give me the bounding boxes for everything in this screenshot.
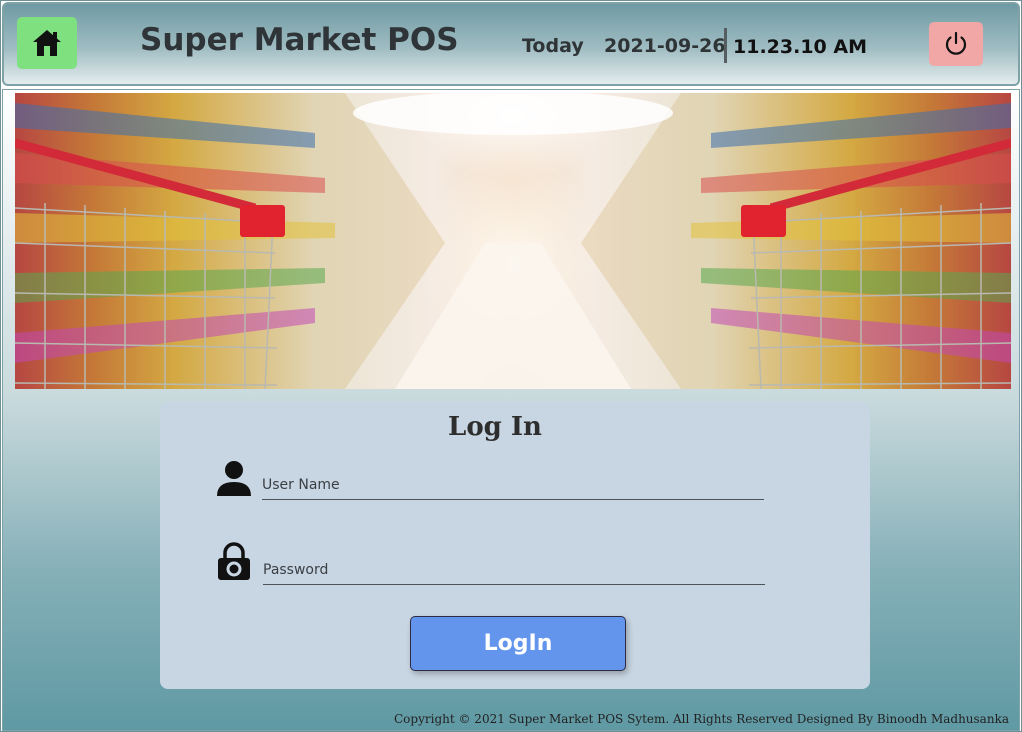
lock-icon [218,542,250,580]
banner-illustration [15,93,1011,389]
app-window: Super Market POS Today 2021-09-26 11.23.… [0,0,1022,732]
current-date: 2021-09-26 [604,35,726,57]
password-field[interactable] [263,555,765,585]
user-icon [217,461,251,496]
username-field[interactable] [262,470,764,500]
supermarket-banner-image [15,93,1011,389]
main-area: Log In LogIn Copyright © 2021 Super Mark… [2,89,1020,731]
home-button[interactable] [17,17,77,69]
app-title: Super Market POS [140,22,459,58]
power-button[interactable] [929,22,983,66]
home-icon [33,30,61,56]
header-bar: Super Market POS Today 2021-09-26 11.23.… [2,2,1020,86]
copyright-text: Copyright © 2021 Super Market POS Sytem.… [394,712,1009,726]
login-button[interactable]: LogIn [410,616,626,671]
power-icon [945,31,967,55]
current-time: 11.23.10 AM [733,36,867,58]
login-card: Log In LogIn [160,402,870,689]
today-label: Today [522,35,584,57]
clock-divider [724,28,727,63]
login-title: Log In [448,412,542,442]
